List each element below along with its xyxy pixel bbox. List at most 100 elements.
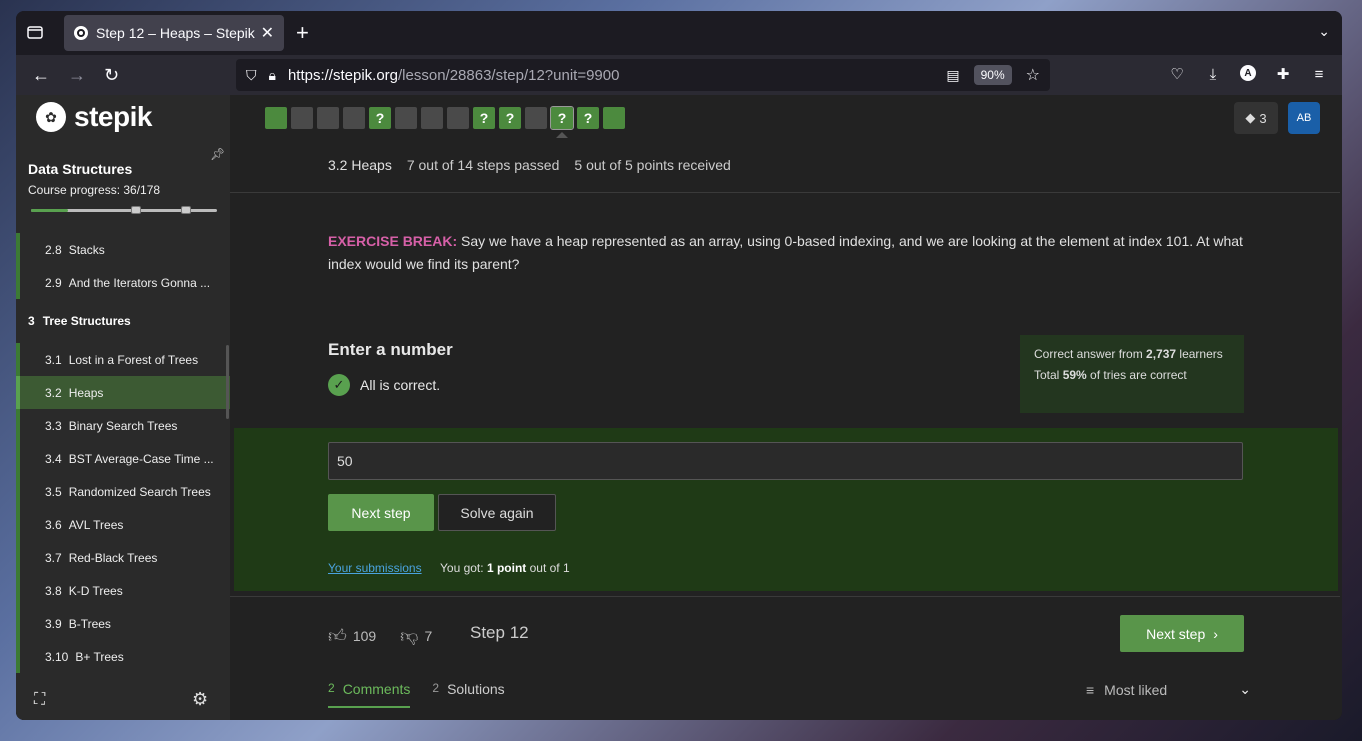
sidebar-item[interactable]: 3.8 K-D Trees <box>16 574 230 607</box>
sidebar-section[interactable]: 3 Tree Structures <box>16 299 230 343</box>
current-step-caret <box>556 132 568 138</box>
browser-window: Step 12 – Heaps – Stepik ✕ + ⌄ ← → ↻ ⛉ 🔒… <box>16 11 1342 720</box>
zoom-badge[interactable]: 90% <box>973 65 1012 85</box>
tab-overview-icon[interactable] <box>26 23 46 43</box>
step-box[interactable]: ? <box>577 107 599 129</box>
fullscreen-icon[interactable]: ⛶ <box>34 691 45 709</box>
sidebar-item[interactable]: 3.1 Lost in a Forest of Trees <box>16 343 230 376</box>
course-progress-bar <box>31 206 217 214</box>
sidebar-bottom: ⛶ ⚙ <box>16 685 230 720</box>
toolbar-icons: ♡ ⤓ A ✚ ≡ <box>1168 65 1328 83</box>
sidebar-item[interactable]: 3.6 AVL Trees <box>16 508 230 541</box>
avatar[interactable]: AB <box>1288 102 1320 134</box>
question-text: EXERCISE BREAK: Say we have a heap repre… <box>328 233 1243 272</box>
step-box[interactable] <box>421 107 443 129</box>
steps-navigation: ????? <box>265 106 625 130</box>
progress-fill <box>31 209 69 212</box>
sidebar-item[interactable]: 3.4 BST Average-Case Time ... <box>16 442 230 475</box>
step-box[interactable] <box>603 107 625 129</box>
reader-view-icon[interactable]: ▤ <box>946 67 959 84</box>
dislikes-count: 7 <box>424 628 433 644</box>
divider <box>230 192 1340 193</box>
answer-heading: Enter a number <box>328 340 453 359</box>
sort-dropdown[interactable]: ≡ Most liked ⌄ <box>1086 681 1251 698</box>
progress-marker <box>131 206 141 214</box>
sidebar-item[interactable]: 2.9 And the Iterators Gonna ... <box>16 266 230 299</box>
course-progress: Course progress: 36/178 <box>28 183 161 197</box>
stepik-favicon-icon <box>74 26 88 40</box>
votes: 👍︎ 109 👎︎ 7 <box>328 625 432 647</box>
answer-panel: 50 Next step Solve again Your submission… <box>234 428 1338 591</box>
sidebar-item[interactable]: 3.3 Binary Search Trees <box>16 409 230 442</box>
correct-status: ✓ All is correct. <box>328 374 440 396</box>
step-box[interactable] <box>525 107 547 129</box>
sidebar-item[interactable]: 3.10 B+ Trees <box>16 640 230 673</box>
lesson-list: 2.8 Stacks 2.9 And the Iterators Gonna ... 3… <box>16 233 230 673</box>
step-box[interactable] <box>317 107 339 129</box>
points-received: 5 out of 5 points received <box>574 157 731 173</box>
likes-count: 109 <box>352 628 377 644</box>
gear-icon[interactable]: ⚙ <box>192 689 208 710</box>
chevron-right-icon: › <box>1213 625 1218 642</box>
course-sidebar: ✿ stepik 📌︎ Data Structures Course progr… <box>16 95 230 720</box>
step-box[interactable]: ? <box>499 107 521 129</box>
solve-again-button[interactable]: Solve again <box>438 494 556 531</box>
url-bar[interactable]: ⛉ 🔒︎ https://stepik.org/lesson/28863/ste… <box>236 59 1050 91</box>
sidebar-item[interactable]: 3.9 B-Trees <box>16 607 230 640</box>
tab-close-icon[interactable]: ✕ <box>261 23 274 43</box>
step-box[interactable] <box>395 107 417 129</box>
step-box[interactable] <box>291 107 313 129</box>
pocket-icon[interactable]: ♡ <box>1168 65 1186 83</box>
page-content: ✿ stepik 📌︎ Data Structures Course progr… <box>16 95 1342 720</box>
back-icon[interactable]: ← <box>32 65 50 85</box>
download-icon[interactable]: ⤓ <box>1204 65 1222 83</box>
tab-solutions[interactable]: 2 Solutions <box>432 681 504 708</box>
step-label: Step 12 <box>470 623 529 642</box>
chevron-down-icon[interactable]: ⌄ <box>1318 23 1330 40</box>
gem-icon: ◆ <box>1245 110 1256 125</box>
sidebar-item[interactable]: 2.8 Stacks <box>16 233 230 266</box>
menu-icon[interactable]: ≡ <box>1310 65 1328 83</box>
footer-next-step-button[interactable]: Next step › <box>1120 615 1244 652</box>
step-box[interactable] <box>265 107 287 129</box>
score-text: You got: 1 point out of 1 <box>440 561 570 575</box>
xp-badge[interactable]: ◆ 3 <box>1234 102 1278 134</box>
step-box[interactable]: ? <box>369 107 391 129</box>
sidebar-item[interactable]: 3.2 Heaps <box>16 376 230 409</box>
stepik-logo[interactable]: ✿ stepik <box>36 101 152 133</box>
forward-icon[interactable]: → <box>68 65 86 85</box>
thumbs-up-icon[interactable]: 👍︎ <box>328 625 347 647</box>
new-tab-icon[interactable]: + <box>296 22 309 44</box>
stepik-logo-icon: ✿ <box>36 102 66 132</box>
step-box[interactable] <box>343 107 365 129</box>
next-step-button[interactable]: Next step <box>328 494 434 531</box>
sidebar-item[interactable]: 3.7 Red-Black Trees <box>16 541 230 574</box>
pin-icon[interactable]: 📌︎ <box>210 147 225 161</box>
your-submissions-link[interactable]: Your submissions <box>328 561 422 575</box>
account-icon[interactable]: A <box>1240 65 1256 81</box>
step-box[interactable] <box>447 107 469 129</box>
step-box[interactable]: ? <box>473 107 495 129</box>
number-input[interactable]: 50 <box>328 442 1243 480</box>
tab-strip: Step 12 – Heaps – Stepik ✕ + ⌄ <box>16 11 1342 55</box>
bookmark-star-icon[interactable]: ☆ <box>1026 65 1040 85</box>
divider <box>230 596 1340 597</box>
lock-icon[interactable]: 🔒︎ <box>269 67 276 84</box>
thumbs-down-icon[interactable]: 👎︎ <box>400 625 418 647</box>
shield-icon[interactable]: ⛉ <box>246 67 257 84</box>
chevron-down-icon[interactable]: ⌄ <box>1239 681 1251 698</box>
steps-passed: 7 out of 14 steps passed <box>406 157 560 173</box>
nav-bar: ← → ↻ ⛉ 🔒︎ https://stepik.org/lesson/288… <box>16 55 1342 95</box>
step-box[interactable]: ? <box>550 106 574 130</box>
extensions-icon[interactable]: ✚ <box>1274 65 1292 83</box>
discussion-tabs: 2 Comments 2 Solutions <box>328 681 505 708</box>
tab-comments[interactable]: 2 Comments <box>328 681 411 708</box>
reload-icon[interactable]: ↻ <box>104 65 119 85</box>
lesson-title: 3.2 Heaps <box>328 157 392 173</box>
sidebar-scrollbar[interactable] <box>226 345 229 419</box>
url-text[interactable]: https://stepik.org/lesson/28863/step/12?… <box>288 67 946 84</box>
lesson-main: ????? ◆ 3 AB 3.2 Heaps 7 out of 14 steps… <box>230 95 1340 720</box>
course-title[interactable]: Data Structures <box>28 161 132 177</box>
sidebar-item[interactable]: 3.5 Randomized Search Trees <box>16 475 230 508</box>
tab-active[interactable]: Step 12 – Heaps – Stepik ✕ <box>64 15 284 51</box>
